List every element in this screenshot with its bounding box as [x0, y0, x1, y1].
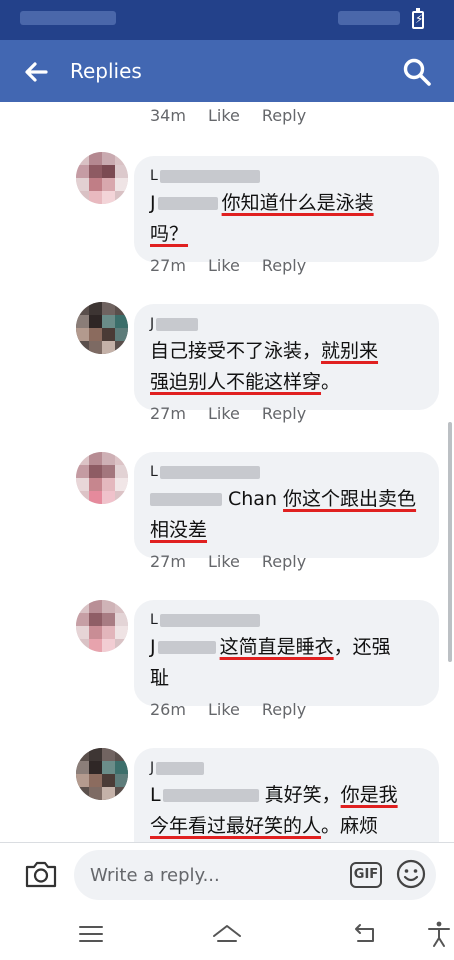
status-bar-right-blurred [338, 11, 400, 25]
comment-time: 27m [150, 404, 186, 423]
page-title: Replies [70, 59, 142, 83]
comment-author[interactable]: L [150, 462, 425, 484]
comment-time: 27m [150, 256, 186, 275]
comment-author[interactable]: J [150, 758, 425, 780]
avatar[interactable] [76, 302, 128, 354]
status-bar-left-blurred [20, 11, 116, 25]
like-button[interactable]: Like [208, 552, 240, 571]
avatar[interactable] [76, 152, 128, 204]
battery-icon: ⚡ [412, 8, 424, 29]
emoji-icon[interactable] [396, 859, 426, 889]
reply-button[interactable]: Reply [262, 552, 306, 571]
reply-button[interactable]: Reply [262, 106, 306, 125]
avatar[interactable] [76, 600, 128, 652]
like-button[interactable]: Like [208, 404, 240, 423]
comment-author[interactable]: L [150, 610, 425, 632]
gif-icon[interactable]: GIF [350, 862, 382, 888]
comment-text: 自己接受不了泳装，就别来 强迫别人不能这样穿。 [150, 340, 379, 393]
comment-bubble[interactable]: L J 这简直是睡衣，还强耻 [134, 600, 439, 706]
reply-composer: GIF [0, 842, 454, 906]
menu-icon[interactable] [76, 920, 106, 948]
like-button[interactable]: Like [208, 700, 240, 719]
home-icon[interactable] [212, 920, 242, 948]
comment-text: Chan 你这个跟出卖色 相没差 [150, 488, 417, 541]
status-bar: ⚡ [0, 0, 454, 40]
reply-button[interactable]: Reply [262, 256, 306, 275]
comment-text: L 真好笑，你是我 今年看过最好笑的人。麻烦 [150, 784, 398, 837]
comment-text: J 你知道什么是泳装 吗？ [150, 192, 374, 245]
reply-button[interactable]: Reply [262, 404, 306, 423]
comment-time: 27m [150, 552, 186, 571]
comment-meta: 27m Like Reply [150, 552, 306, 571]
avatar[interactable] [76, 452, 128, 504]
comment-author[interactable]: J [150, 314, 425, 336]
comment-bubble[interactable]: L J 你知道什么是泳装 吗？ [134, 156, 439, 262]
scrollbar[interactable] [448, 422, 452, 662]
comment-meta: 26m Like Reply [150, 700, 306, 719]
comment-text: J 这简直是睡衣，还强耻 [150, 636, 391, 689]
reply-button[interactable]: Reply [262, 700, 306, 719]
comment-time: 26m [150, 700, 186, 719]
comment-bubble[interactable]: L Chan 你这个跟出卖色 相没差 [134, 452, 439, 558]
comment-meta: 34m Like Reply [150, 106, 306, 125]
arrow-left-icon[interactable] [22, 58, 50, 86]
app-bar: Replies [0, 40, 454, 102]
comment-meta: 27m Like Reply [150, 404, 306, 423]
accessibility-icon[interactable] [426, 920, 452, 948]
comment-time: 34m [150, 106, 186, 125]
avatar[interactable] [76, 748, 128, 800]
back-icon[interactable] [350, 920, 380, 948]
comment-meta: 27m Like Reply [150, 256, 306, 275]
comment-bubble[interactable]: J L 真好笑，你是我 今年看过最好笑的人。麻烦 [134, 748, 439, 842]
camera-icon[interactable] [24, 859, 58, 889]
search-icon[interactable] [402, 57, 432, 87]
like-button[interactable]: Like [208, 256, 240, 275]
comment-bubble[interactable]: J 自己接受不了泳装，就别来 强迫别人不能这样穿。 [134, 304, 439, 410]
replies-feed[interactable]: 34m Like Reply L J 你知道什么是泳装 吗？ 27m Like Re… [0, 102, 454, 842]
comment-author[interactable]: L [150, 166, 425, 188]
like-button[interactable]: Like [208, 106, 240, 125]
system-nav-bar [0, 906, 454, 960]
